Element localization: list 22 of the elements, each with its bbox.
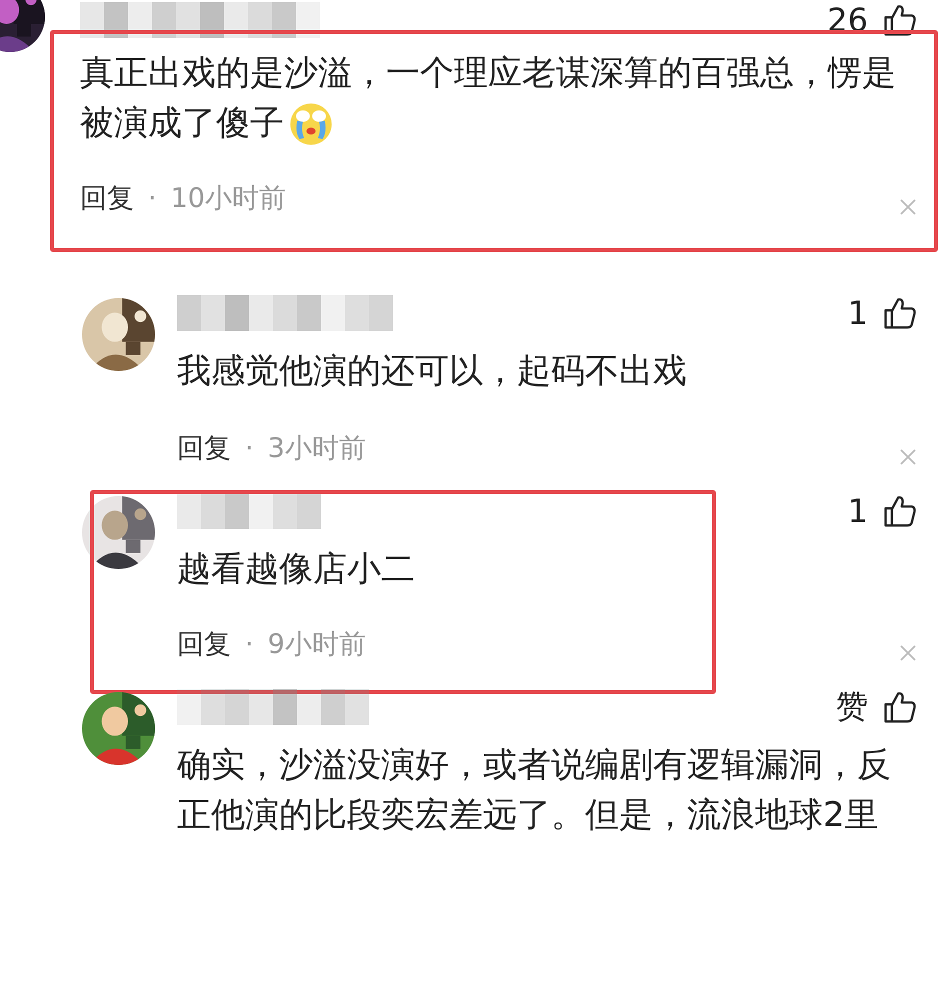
like-count: 1: [848, 492, 868, 530]
like-count: 1: [848, 294, 868, 332]
comment-text: 越看越像店小二: [177, 548, 415, 591]
timestamp: 9小时前: [268, 628, 366, 662]
separator-dot: ·: [148, 182, 157, 214]
separator-dot: ·: [245, 628, 254, 660]
separator-dot: ·: [245, 432, 254, 464]
reply-link[interactable]: 回复: [80, 180, 134, 216]
thumbs-up-icon[interactable]: [882, 689, 918, 725]
reply-link[interactable]: 回复: [177, 626, 231, 662]
comment-text: 真正出戏的是沙溢，一个理应老谋深算的百强总，愣是: [80, 52, 896, 95]
timestamp: 3小时前: [268, 432, 366, 466]
comment-text: 被演成了傻子: [80, 102, 284, 145]
thumbs-up-icon[interactable]: [882, 493, 918, 529]
reply-link[interactable]: 回复: [177, 430, 231, 466]
comment-text: 我感觉他演的还可以，起码不出戏: [177, 350, 687, 393]
timestamp: 10小时前: [170, 182, 286, 216]
thumbs-up-icon[interactable]: [882, 2, 918, 38]
comment-text: 正他演的比段奕宏差远了。但是，流浪地球2里: [177, 794, 879, 837]
like-count: 赞: [836, 686, 868, 727]
thumbs-up-icon[interactable]: [882, 295, 918, 331]
comment-text: 确实，沙溢没演好，或者说编剧有逻辑漏洞，反: [177, 744, 891, 787]
